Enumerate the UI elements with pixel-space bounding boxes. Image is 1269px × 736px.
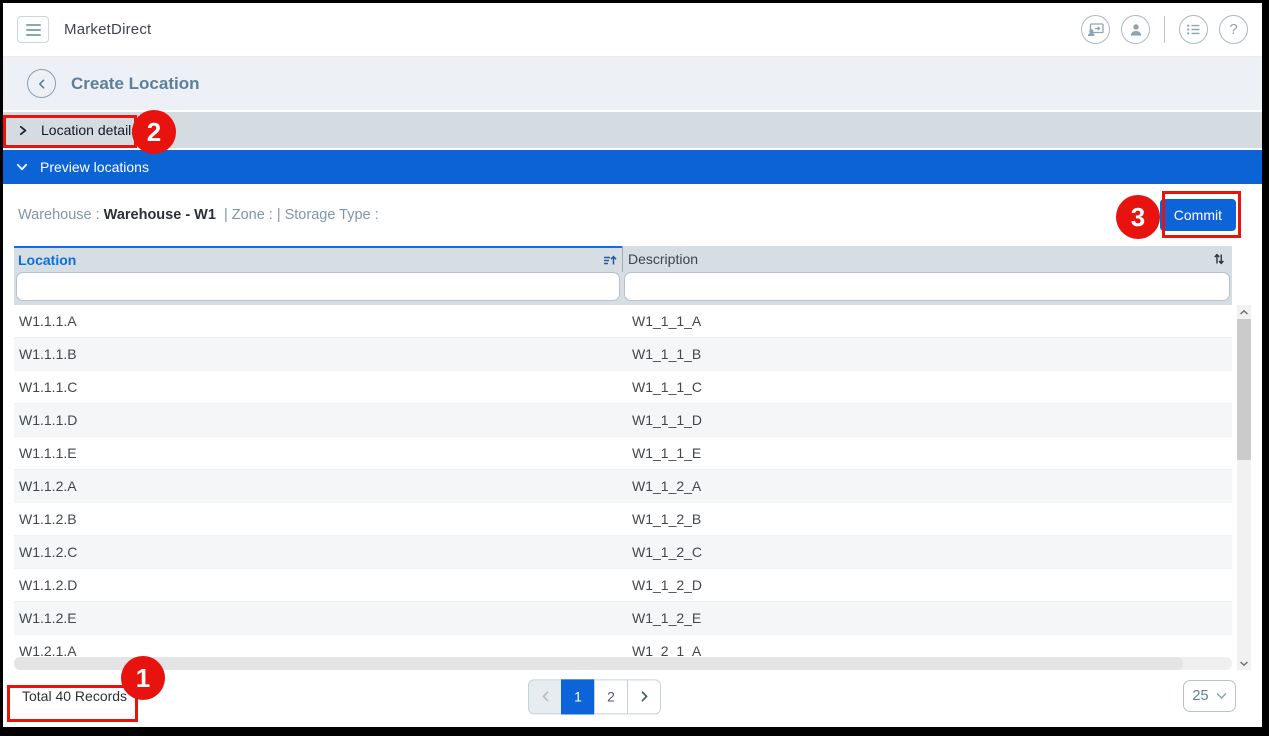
table-row[interactable]: W1.1.1.BW1_1_1_B [14, 338, 1232, 371]
column-header-description[interactable]: Description [622, 246, 1232, 272]
warehouse-value: Warehouse - W1 [100, 207, 220, 223]
total-records-text: Total 40 Records [22, 688, 127, 704]
page-button-1[interactable]: 1 [561, 679, 595, 714]
section-preview-locations[interactable]: Preview locations [3, 150, 1262, 184]
sort-toggle-icon[interactable] [1213, 252, 1225, 266]
top-icon-group: ? [1081, 15, 1248, 44]
grid-header-row: Location Description [14, 246, 1232, 272]
context-row: Warehouse : Warehouse - W1 | Zone : | St… [3, 184, 1262, 246]
hamburger-menu-button[interactable] [17, 16, 49, 43]
page-size-select[interactable]: 25 [1183, 680, 1236, 712]
top-bar: MarketDirect [3, 3, 1262, 57]
page-header: Create Location [3, 57, 1262, 112]
page-button-2[interactable]: 2 [594, 679, 628, 714]
section-location-details[interactable]: Location details [3, 112, 1262, 148]
user-profile-button[interactable] [1121, 15, 1150, 44]
sort-ascending-icon[interactable] [603, 254, 618, 267]
screenshot-root: MarketDirect [0, 0, 1269, 736]
scroll-down-arrow-icon[interactable] [1237, 656, 1251, 670]
scroll-up-arrow-icon[interactable] [1237, 305, 1251, 319]
list-menu-button[interactable] [1179, 15, 1208, 44]
grid-body: W1.1.1.AW1_1_1_A W1.1.1.BW1_1_1_B W1.1.1… [14, 305, 1232, 657]
vertical-scrollbar[interactable] [1237, 305, 1251, 670]
pagination: 1 2 [528, 679, 661, 714]
hamburger-icon [26, 24, 41, 26]
chevron-left-icon [541, 690, 550, 702]
pipe-separator: | [273, 207, 285, 223]
section-location-details-label: Location details [41, 122, 138, 138]
help-button[interactable]: ? [1219, 15, 1248, 44]
grid-filter-row [14, 272, 1232, 305]
screen-share-icon [1087, 23, 1104, 37]
app-window: MarketDirect [3, 3, 1262, 727]
table-row[interactable]: W1.1.1.DW1_1_1_D [14, 404, 1232, 437]
storage-type-label: Storage Type : [285, 207, 379, 223]
zone-label: Zone : [232, 207, 273, 223]
horizontal-scrollbar-thumb[interactable] [14, 657, 1183, 670]
chevron-down-icon [15, 161, 29, 173]
help-icon: ? [1229, 21, 1237, 38]
chevron-right-icon [17, 124, 29, 137]
vertical-scrollbar-thumb[interactable] [1237, 319, 1251, 460]
column-header-location[interactable]: Location [14, 246, 622, 272]
table-row[interactable]: W1.2.1.AW1_2_1_A [14, 635, 1232, 657]
chevron-left-icon [35, 77, 49, 91]
table-row[interactable]: W1.1.1.CW1_1_1_C [14, 371, 1232, 404]
section-preview-locations-label: Preview locations [40, 159, 149, 175]
table-row[interactable]: W1.1.2.BW1_1_2_B [14, 503, 1232, 536]
table-row[interactable]: W1.1.1.AW1_1_1_A [14, 305, 1232, 338]
app-title: MarketDirect [64, 21, 151, 38]
commit-button[interactable]: Commit [1160, 199, 1236, 231]
table-row[interactable]: W1.1.2.EW1_1_2_E [14, 602, 1232, 635]
next-page-button[interactable] [627, 679, 661, 714]
warehouse-label: Warehouse : [18, 207, 100, 223]
page-size-value: 25 [1192, 688, 1208, 704]
previous-page-button[interactable] [528, 679, 562, 714]
page-title: Create Location [71, 74, 199, 94]
user-icon [1128, 22, 1144, 37]
location-filter-input[interactable] [16, 272, 620, 301]
top-bar-divider [1164, 16, 1165, 43]
table-row[interactable]: W1.1.2.DW1_1_2_D [14, 569, 1232, 602]
chevron-down-icon [1216, 692, 1227, 700]
screen-share-button[interactable] [1081, 15, 1110, 44]
table-row[interactable]: W1.1.1.EW1_1_1_E [14, 437, 1232, 470]
description-filter-input[interactable] [624, 272, 1230, 301]
chevron-right-icon [640, 690, 649, 702]
horizontal-scrollbar[interactable] [14, 657, 1232, 670]
locations-grid: Location Description [14, 246, 1232, 670]
table-row[interactable]: W1.1.2.CW1_1_2_C [14, 536, 1232, 569]
grid-footer: Total 40 Records 1 2 25 [3, 670, 1262, 727]
table-row[interactable]: W1.1.2.AW1_1_2_A [14, 470, 1232, 503]
list-menu-icon [1186, 23, 1201, 36]
pipe-separator: | [220, 207, 232, 223]
back-button[interactable] [27, 69, 56, 98]
preview-panel: Warehouse : Warehouse - W1 | Zone : | St… [3, 184, 1262, 727]
